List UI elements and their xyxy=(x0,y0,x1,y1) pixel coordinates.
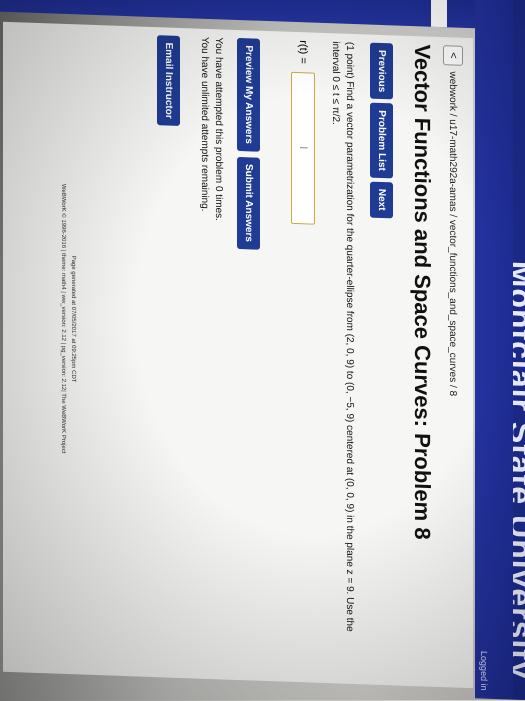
footer-generated: Page generated at 07/05/2017 at 09:25pm … xyxy=(70,255,76,383)
preview-answers-button[interactable]: Preview My Answers xyxy=(237,37,260,152)
footer-credits: WeBWorK © 1996-2016 | theme: math4 | ww_… xyxy=(60,183,66,454)
main-content: < webwork / u17-math292a-amas / vector_f… xyxy=(3,21,473,689)
screen: Montclair State University Logged in < w… xyxy=(0,0,525,701)
problem-list-button[interactable]: Problem List xyxy=(370,102,393,179)
email-section: Email Instructor xyxy=(157,35,180,127)
sidebar-tab[interactable] xyxy=(431,0,447,28)
remaining-text: You have unlimited attempts remaining. xyxy=(199,36,210,212)
answer-actions: Preview My Answers Submit Answers xyxy=(237,37,260,250)
submit-answers-button[interactable]: Submit Answers xyxy=(237,156,260,250)
previous-button[interactable]: Previous xyxy=(370,42,393,100)
answer-label: r(t) = xyxy=(297,40,309,64)
email-instructor-button[interactable]: Email Instructor xyxy=(157,35,180,127)
header-strip: Logged in xyxy=(475,0,513,700)
logged-in-label: Logged in xyxy=(479,650,489,691)
footer: Page generated at 07/05/2017 at 09:25pm … xyxy=(58,184,78,454)
breadcrumb-path[interactable]: webwork / u17-math292a-amas / vector_fun… xyxy=(448,71,459,396)
page-title: Vector Functions and Space Curves: Probl… xyxy=(410,43,435,540)
answer-input[interactable]: I xyxy=(291,71,315,225)
answer-row: r(t) = I xyxy=(291,40,315,225)
attempt-status: You have attempted this problem 0 times.… xyxy=(197,37,225,222)
attempts-text: You have attempted this problem 0 times. xyxy=(213,37,224,222)
problem-nav: Previous Problem List Next xyxy=(370,42,393,218)
text-cursor-icon: I xyxy=(297,146,309,150)
breadcrumb: < webwork / u17-math292a-amas / vector_f… xyxy=(443,45,463,396)
next-button[interactable]: Next xyxy=(370,181,393,218)
university-banner: Montclair State University xyxy=(503,0,525,701)
problem-text: (1 point) Find a vector parametrization … xyxy=(330,41,355,632)
back-button[interactable]: < xyxy=(443,45,463,66)
